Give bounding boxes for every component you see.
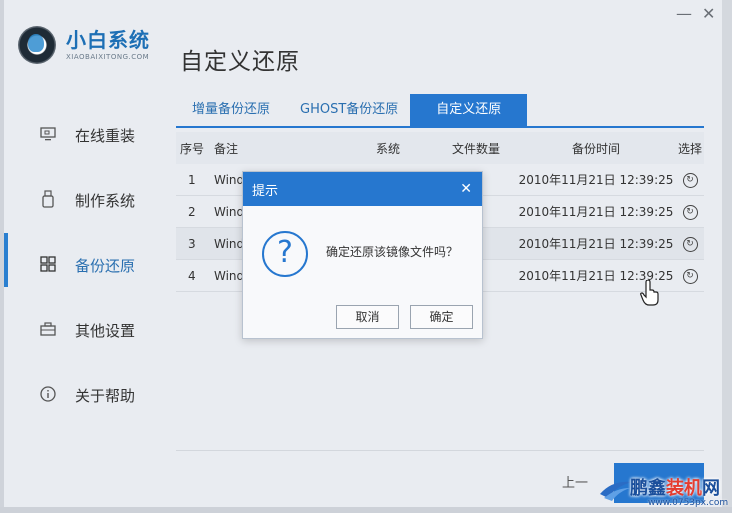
active-nav-indicator bbox=[4, 233, 8, 287]
watermark-brand-suffix: 网 bbox=[702, 478, 720, 499]
tab-ghost-restore[interactable]: GHOST备份还原 bbox=[282, 94, 410, 126]
info-icon bbox=[36, 385, 60, 406]
watermark: 鹏鑫装机网 www.0753px.com bbox=[598, 470, 728, 510]
close-window-button[interactable]: ✕ bbox=[702, 4, 715, 23]
row-time: 2010年11月21日 12:39:25 bbox=[518, 173, 674, 187]
confirm-button[interactable]: 确定 bbox=[410, 305, 473, 329]
col-file-count: 文件数量 bbox=[451, 141, 500, 156]
restore-icon[interactable]: ↻ bbox=[682, 237, 698, 252]
col-backup-time: 备份时间 bbox=[571, 141, 620, 156]
tab-incremental-restore[interactable]: 增量备份还原 bbox=[180, 94, 282, 126]
sidebar-item-label: 在线重装 bbox=[75, 127, 136, 145]
prev-step-button[interactable]: 上一 bbox=[562, 472, 588, 491]
hand-cursor-icon bbox=[640, 280, 659, 306]
sidebar-item-online-reinstall[interactable]: 在线重装 bbox=[36, 103, 166, 168]
monitor-icon bbox=[36, 126, 60, 145]
app-domain: XIAOBAIXITONG.COM bbox=[66, 53, 150, 61]
row-index: 2 bbox=[188, 204, 196, 219]
swoosh-logo-icon bbox=[600, 481, 632, 501]
minimize-button[interactable]: — bbox=[676, 4, 692, 23]
logo-icon bbox=[18, 26, 56, 64]
restore-icon[interactable]: ↻ bbox=[682, 269, 698, 284]
question-icon: ? bbox=[262, 231, 308, 277]
tab-custom-restore[interactable]: 自定义还原 bbox=[410, 94, 528, 126]
row-index: 4 bbox=[188, 268, 196, 283]
confirm-dialog: 提示 ✕ ? 确定还原该镜像文件吗？ 取消 确定 bbox=[242, 171, 483, 339]
sidebar-item-about-help[interactable]: 关于帮助 bbox=[36, 363, 166, 428]
sidebar-item-label: 其他设置 bbox=[75, 322, 136, 340]
col-note: 备注 bbox=[214, 141, 239, 156]
restore-icon[interactable]: ↻ bbox=[682, 205, 698, 220]
row-time: 2010年11月21日 12:39:25 bbox=[518, 237, 674, 251]
grid-icon bbox=[36, 255, 60, 276]
page-title: 自定义还原 bbox=[180, 49, 300, 75]
tab-underline bbox=[176, 126, 704, 128]
watermark-brand: 鹏鑫 bbox=[630, 478, 666, 499]
tab-bar: 增量备份还原 GHOST备份还原 自定义还原 bbox=[180, 94, 528, 126]
watermark-brand-highlight: 装机 bbox=[666, 478, 702, 499]
row-index: 3 bbox=[188, 236, 196, 251]
cancel-button[interactable]: 取消 bbox=[336, 305, 399, 329]
table-header: 序号 备注 系统 文件数量 备份时间 选择 bbox=[176, 132, 704, 164]
app-name: 小白系统 bbox=[66, 28, 150, 52]
sidebar-item-label: 制作系统 bbox=[75, 192, 136, 210]
dialog-message: 确定还原该镜像文件吗？ bbox=[326, 245, 459, 259]
dialog-header: 提示 ✕ bbox=[243, 172, 482, 206]
col-select: 选择 bbox=[677, 141, 702, 156]
col-system: 系统 bbox=[375, 141, 400, 156]
restore-icon[interactable]: ↻ bbox=[682, 173, 698, 188]
app-logo: 小白系统 XIAOBAIXITONG.COM bbox=[18, 26, 150, 64]
sidebar-item-make-system[interactable]: 制作系统 bbox=[36, 168, 166, 233]
row-index: 1 bbox=[188, 172, 196, 187]
toolbox-icon bbox=[36, 321, 60, 340]
usb-drive-icon bbox=[36, 189, 60, 212]
col-index: 序号 bbox=[180, 141, 205, 156]
dialog-title: 提示 bbox=[252, 183, 279, 199]
row-time: 2010年11月21日 12:39:25 bbox=[518, 205, 674, 219]
sidebar-item-backup-restore[interactable]: 备份还原 bbox=[36, 233, 166, 298]
sidebar-nav: 在线重装 制作系统 备份还原 其他设置 关于帮助 bbox=[36, 103, 166, 428]
sidebar-item-other-settings[interactable]: 其他设置 bbox=[36, 298, 166, 363]
dialog-close-icon[interactable]: ✕ bbox=[460, 181, 472, 197]
sidebar-item-label: 关于帮助 bbox=[75, 387, 136, 405]
footer-divider bbox=[176, 450, 704, 451]
sidebar-item-label: 备份还原 bbox=[75, 257, 136, 275]
watermark-url: www.0753px.com bbox=[648, 498, 729, 508]
window-right-edge bbox=[722, 0, 732, 513]
